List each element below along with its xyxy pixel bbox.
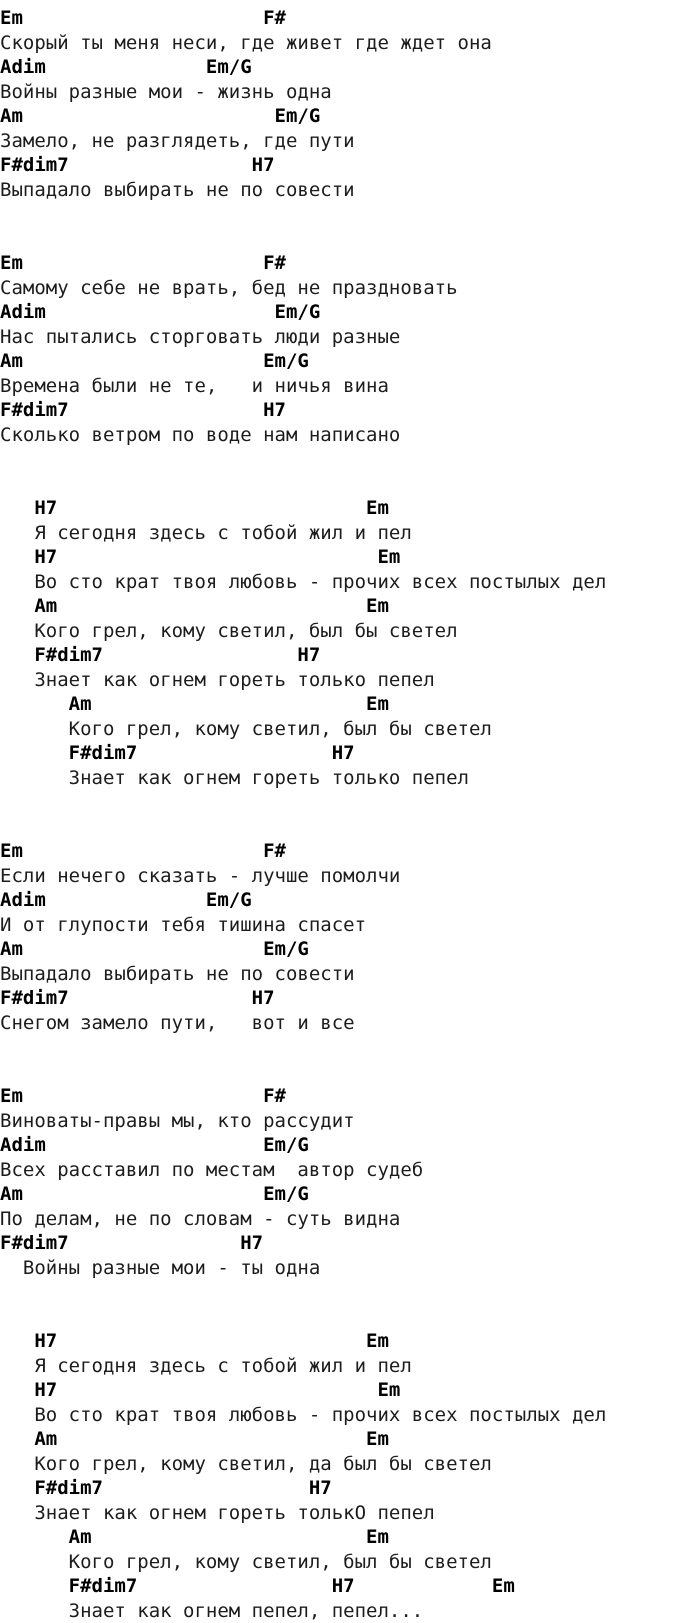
chord-line: Adim Em/G <box>0 55 693 80</box>
spacer-line <box>0 790 693 815</box>
lyric-line: Кого грел, кому светил, был бы светел <box>0 619 693 644</box>
lyric-line: Кого грел, кому светил, был бы светел <box>0 717 693 742</box>
spacer-line <box>0 1305 693 1330</box>
lyric-line: Кого грел, кому светил, да был бы светел <box>0 1452 693 1477</box>
lyric-line: Самому себе не врать, бед не праздновать <box>0 276 693 301</box>
chord-line: H7 Em <box>0 1378 693 1403</box>
chord-line: F#dim7 H7 <box>0 153 693 178</box>
lyric-line: Нас пытались сторговать люди разные <box>0 325 693 350</box>
spacer-line <box>0 227 693 252</box>
chord-line: F#dim7 H7 <box>0 741 693 766</box>
chord-line: Am Em <box>0 692 693 717</box>
lyric-line: Если нечего сказать - лучше помолчи <box>0 864 693 889</box>
chord-line: Am Em <box>0 594 693 619</box>
lyric-line: Знает как огнем гореть только пепел <box>0 668 693 693</box>
lyric-line: Скорый ты меня неси, где живет где ждет … <box>0 31 693 56</box>
chord-line: Am Em <box>0 1427 693 1452</box>
lyric-line: Выпадало выбирать не по совести <box>0 178 693 203</box>
lyric-line: По делам, не по словам - суть видна <box>0 1207 693 1232</box>
chord-line: Adim Em/G <box>0 1133 693 1158</box>
chord-line: Am Em/G <box>0 937 693 962</box>
lyric-line: Сколько ветром по воде нам написано <box>0 423 693 448</box>
chord-line: Am Em/G <box>0 1182 693 1207</box>
lyric-line: Выпадало выбирать не по совести <box>0 962 693 987</box>
chord-line: Em F# <box>0 1084 693 1109</box>
chord-line: Adim Em/G <box>0 888 693 913</box>
lyric-line: Кого грел, кому светил, был бы светел <box>0 1550 693 1575</box>
spacer-line <box>0 472 693 497</box>
spacer-line <box>0 1060 693 1085</box>
spacer-line <box>0 202 693 227</box>
lyric-line: Я сегодня здесь с тобой жил и пел <box>0 521 693 546</box>
chord-line: F#dim7 H7 <box>0 1231 693 1256</box>
chord-line: Am Em/G <box>0 349 693 374</box>
lyric-line: Замело, не разглядеть, где пути <box>0 129 693 154</box>
lyric-line: Я сегодня здесь с тобой жил и пел <box>0 1354 693 1379</box>
spacer-line <box>0 1280 693 1305</box>
lyric-line: Знает как огнем гореть толькО пепел <box>0 1501 693 1526</box>
lyric-line: Во сто крат твоя любовь - прочих всех по… <box>0 1403 693 1428</box>
spacer-line <box>0 815 693 840</box>
chord-line: Em F# <box>0 251 693 276</box>
chord-line: F#dim7 H7 <box>0 398 693 423</box>
chord-line: Am Em <box>0 1525 693 1550</box>
chord-sheet: Em F#Скорый ты меня неси, где живет где … <box>0 0 693 1623</box>
chord-line: Am Em/G <box>0 104 693 129</box>
lyric-line: Войны разные мои - жизнь одна <box>0 80 693 105</box>
chord-line: Em F# <box>0 839 693 864</box>
chord-line: Em F# <box>0 6 693 31</box>
lyric-line: Виноваты-правы мы, кто рассудит <box>0 1109 693 1134</box>
chord-line: F#dim7 H7 <box>0 643 693 668</box>
chord-line: F#dim7 H7 Em <box>0 1574 693 1599</box>
lyric-line: Во сто крат твоя любовь - прочих всех по… <box>0 570 693 595</box>
lyric-line: Снегом замело пути, вот и все <box>0 1011 693 1036</box>
spacer-line <box>0 447 693 472</box>
chord-line: H7 Em <box>0 545 693 570</box>
chord-line: H7 Em <box>0 496 693 521</box>
lyric-line: Времена были не те, и ничья вина <box>0 374 693 399</box>
spacer-line <box>0 1035 693 1060</box>
chord-line: F#dim7 H7 <box>0 1476 693 1501</box>
lyric-line: Всех расставил по местам автор судеб <box>0 1158 693 1183</box>
lyric-line: Знает как огнем пепел, пепел... <box>0 1599 693 1623</box>
lyric-line: И от глупости тебя тишина спасет <box>0 913 693 938</box>
chord-line: Adim Em/G <box>0 300 693 325</box>
chord-line: F#dim7 H7 <box>0 986 693 1011</box>
chord-line: H7 Em <box>0 1329 693 1354</box>
lyric-line: Знает как огнем гореть только пепел <box>0 766 693 791</box>
lyric-line: Войны разные мои - ты одна <box>0 1256 693 1281</box>
